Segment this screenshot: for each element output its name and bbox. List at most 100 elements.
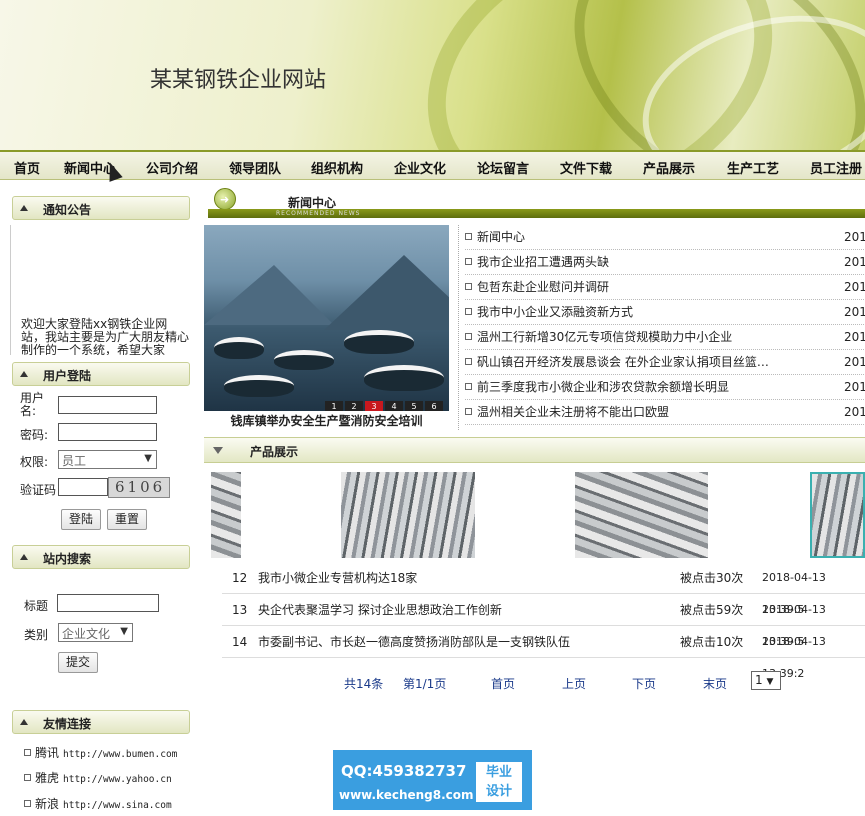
search-title-input[interactable] (57, 594, 159, 612)
role-select[interactable]: 员工 ▼ (58, 450, 157, 469)
notice-header: 通知公告 (12, 196, 190, 220)
friend-link[interactable]: 新浪 http://www.sina.com (24, 795, 172, 812)
nav-item-org[interactable]: 组织机构 (311, 158, 363, 177)
role-label: 权限: (20, 455, 49, 469)
triangle-icon (20, 371, 28, 377)
row-number: 13 (232, 603, 248, 617)
slide-dot[interactable]: 4 (385, 401, 403, 411)
nav-item-forum[interactable]: 论坛留言 (477, 158, 529, 177)
triangle-icon (20, 554, 28, 560)
pager-total: 共14条 (344, 677, 384, 691)
news-item[interactable]: 我市企业招工遭遇两头缺 2018 (465, 250, 865, 275)
slide-dot[interactable]: 1 (325, 401, 343, 411)
username-input[interactable] (58, 396, 157, 414)
news-item-title: 前三季度我市小微企业和涉农贷款余额增长明显 (477, 380, 730, 394)
nav-item-download[interactable]: 文件下载 (560, 158, 612, 177)
slide-dot-active[interactable]: 3 (365, 401, 383, 411)
product-image[interactable] (341, 472, 475, 558)
submit-button[interactable]: 提交 (58, 652, 98, 673)
photo-caption[interactable]: 钱库镇举办安全生产暨消防安全培训 (204, 412, 449, 429)
login-button[interactable]: 登陆 (61, 509, 101, 530)
product-image[interactable] (211, 472, 241, 558)
row-title[interactable]: 我市小微企业专营机构达18家 (258, 562, 417, 594)
product-image[interactable] (810, 472, 865, 558)
category-value: 企业文化 (62, 627, 111, 641)
captcha-image[interactable]: 6106 (108, 477, 170, 498)
friend-link[interactable]: 雅虎 http://www.yahoo.cn (24, 769, 172, 786)
bullet-icon (24, 800, 31, 807)
header-banner: 某某钢铁企业网站 (0, 0, 865, 150)
news-item-date: 2018 (844, 355, 865, 369)
nav-item-about[interactable]: 公司介绍 (146, 158, 198, 177)
pager-prev-link[interactable]: 上页 (562, 675, 586, 692)
news-item[interactable]: 前三季度我市小微企业和涉农贷款余额增长明显 2018 (465, 375, 865, 400)
nav-item-process[interactable]: 生产工艺 (727, 158, 779, 177)
row-clicks: 被点击10次 (680, 635, 744, 649)
slider-pager: 123456 (323, 398, 443, 411)
password-label: 密码: (20, 428, 49, 442)
link-name: 雅虎 (35, 771, 60, 785)
news-item[interactable]: 温州相关企业未注册将不能出口欧盟 2018 (465, 400, 865, 425)
badge-line: 毕业 (485, 765, 512, 780)
pager-last-link[interactable]: 末页 (703, 675, 727, 692)
pager-current: 第1/1页 (403, 677, 447, 691)
category-select[interactable]: 企业文化 ▼ (58, 623, 133, 642)
news-item-title: 矾山镇召开经济发展恳谈会 在外企业家认捐项目丝篮… (477, 355, 769, 369)
pager-first-link[interactable]: 首页 (491, 675, 515, 692)
row-title[interactable]: 市委副书记、市长赵一德高度赞扬消防部队是一支钢铁队伍 (258, 626, 570, 658)
nav-item-leaders[interactable]: 领导团队 (229, 158, 281, 177)
news-item[interactable]: 包哲东赴企业慰问并调研 2018 (465, 275, 865, 300)
links-title: 友情连接 (43, 717, 92, 731)
news-item[interactable]: 温州工行新增30亿元专项信贷规模助力中小企业 2018 (465, 325, 865, 350)
product-image[interactable] (575, 472, 708, 558)
pager-next-link[interactable]: 下页 (632, 675, 656, 692)
captcha-input[interactable] (58, 478, 108, 496)
bullet-icon (465, 408, 472, 415)
products-header: 产品展示 (204, 437, 865, 463)
table-row[interactable]: 14 市委副书记、市长赵一德高度赞扬消防部队是一支钢铁队伍 被点击10次 201… (222, 626, 865, 680)
title-label: 标题 (24, 599, 49, 613)
arrow-right-icon: ➜ (214, 188, 236, 210)
notice-panel: 欢迎大家登陆xx钢铁企业网站，我站主要是为广大朋友精心制作的一个系统，希望大家 (10, 225, 192, 355)
watermark-qq: QQ:459382737 (341, 762, 467, 780)
slide-dot[interactable]: 6 (425, 401, 443, 411)
table-row[interactable]: 13 央企代表聚温学习 探讨企业思想政治工作创新 被点击59次 2018-04-… (222, 594, 865, 648)
nav-item-products[interactable]: 产品展示 (643, 158, 695, 177)
row-title[interactable]: 央企代表聚温学习 探讨企业思想政治工作创新 (258, 594, 502, 626)
friend-link[interactable]: 腾讯 http://www.bumen.com (24, 744, 177, 761)
reset-button[interactable]: 重置 (107, 509, 147, 530)
news-photo-slider[interactable]: 123456 (204, 225, 449, 411)
news-item[interactable]: 我市中小企业又添融资新方式 2018 (465, 300, 865, 325)
news-item[interactable]: 新闻中心 2018 (465, 225, 865, 250)
bullet-icon (465, 283, 472, 290)
page-select[interactable]: 1 ▼ (751, 671, 781, 690)
notice-title: 通知公告 (43, 203, 92, 217)
news-item-title: 我市中小企业又添融资新方式 (477, 305, 634, 319)
table-row[interactable]: 12 我市小微企业专营机构达18家 被点击30次 2018-04-13 13:3… (222, 562, 865, 616)
page-select-value: 1 (755, 673, 763, 687)
login-header: 用户登陆 (12, 362, 190, 386)
nav-item-culture[interactable]: 企业文化 (394, 158, 446, 177)
triangle-icon (20, 205, 28, 211)
bullet-icon (24, 774, 31, 781)
photo-detail (344, 330, 414, 354)
news-list: 新闻中心 2018 我市企业招工遭遇两头缺 2018 包哲东赴企业慰问并调研 2018… (458, 225, 865, 430)
news-item-date: 2018 (844, 380, 865, 394)
news-item-title: 新闻中心 (477, 230, 526, 244)
links-header: 友情连接 (12, 710, 190, 734)
nav-item-register[interactable]: 员工注册 (810, 158, 862, 177)
nav-item-home[interactable]: 首页 (14, 158, 40, 177)
news-item-title: 包哲东赴企业慰问并调研 (477, 280, 610, 294)
bullet-icon (465, 358, 472, 365)
bullet-icon (465, 233, 472, 240)
news-item[interactable]: 矾山镇召开经济发展恳谈会 在外企业家认捐项目丝篮… 2018 (465, 350, 865, 375)
news-section-subtitle: RECOMMENDED NEWS (276, 210, 361, 217)
password-input[interactable] (58, 423, 157, 441)
link-url: http://www.bumen.com (63, 749, 178, 760)
bullet-icon (465, 383, 472, 390)
slide-dot[interactable]: 5 (405, 401, 423, 411)
site-title: 某某钢铁企业网站 (150, 68, 327, 93)
link-url: http://www.yahoo.cn (63, 774, 172, 785)
slide-dot[interactable]: 2 (345, 401, 363, 411)
login-title: 用户登陆 (43, 369, 92, 383)
